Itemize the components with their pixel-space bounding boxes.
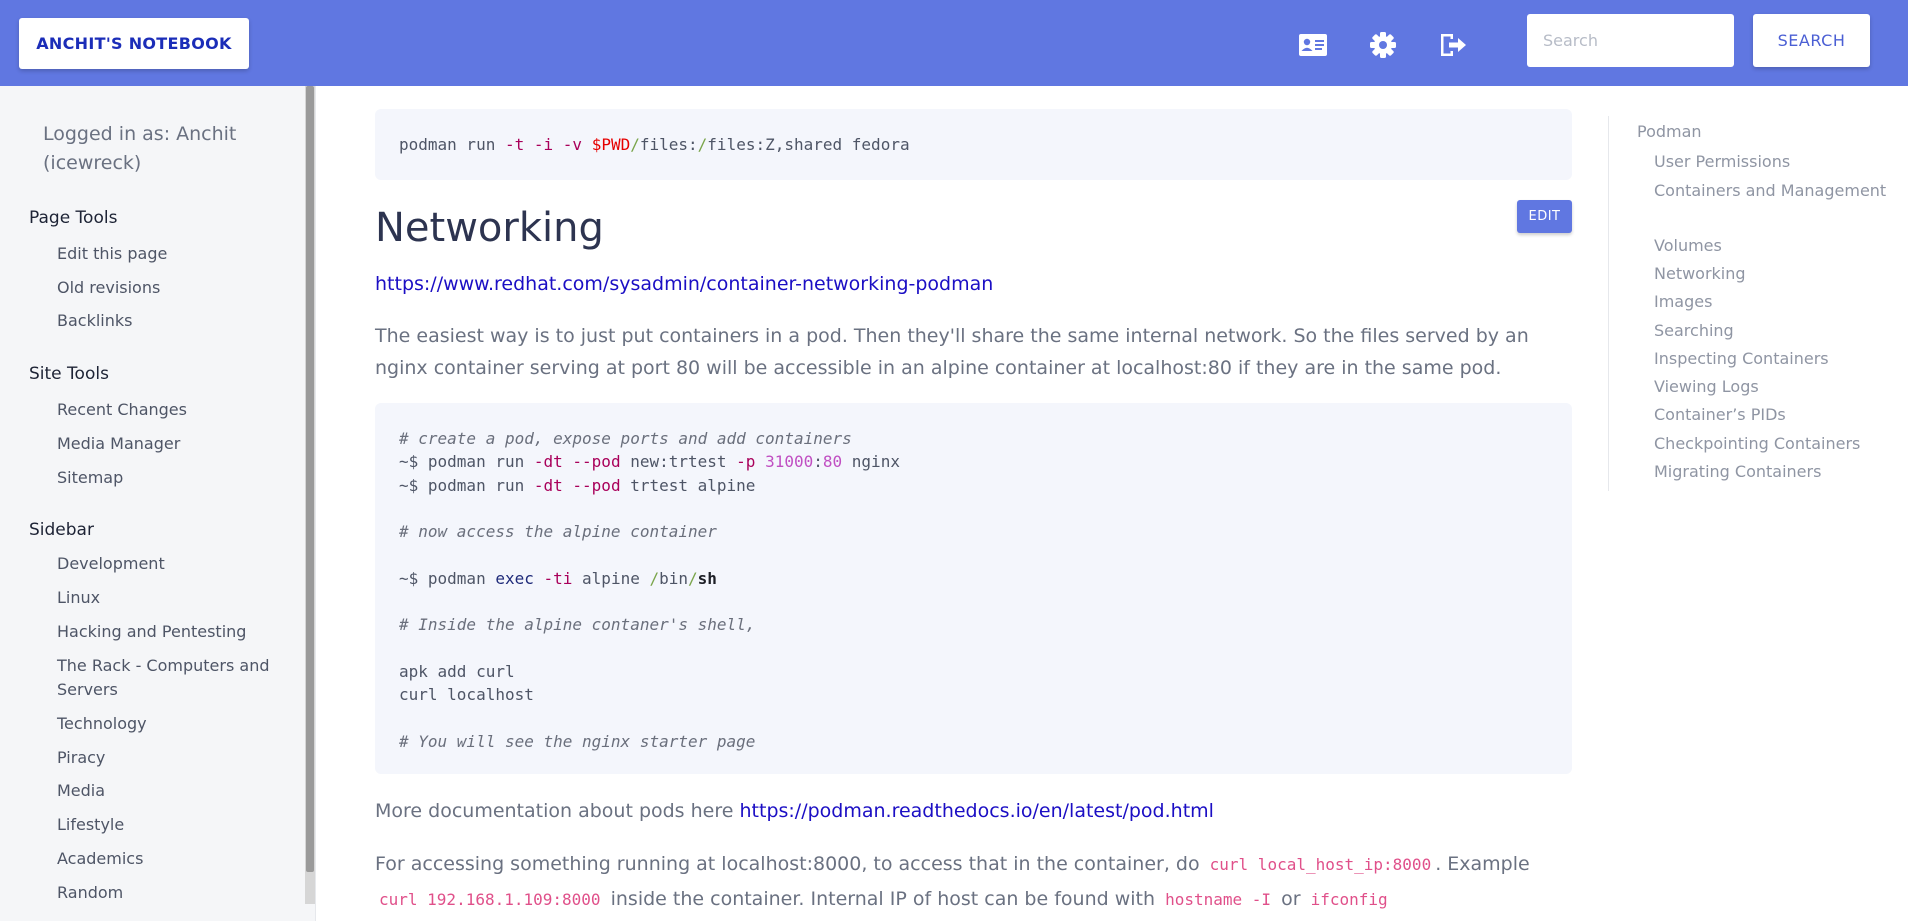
toc-heading[interactable]: Podman: [1637, 122, 1702, 141]
sidebar-scrollbar-thumb[interactable]: [306, 86, 314, 872]
toc-item[interactable]: Containers and Management: [1654, 182, 1904, 200]
more-docs-text: More documentation about pods here: [375, 800, 734, 822]
site-tools-heading: Site Tools: [29, 364, 109, 384]
sidebar-item-old-revisions[interactable]: Old revisions: [57, 276, 287, 300]
page-title: Networking: [375, 205, 604, 251]
inline-code-curl-host-ip: curl local_host_ip:8000: [1209, 855, 1432, 874]
logged-in-user: Logged in as: Anchit (icewreck): [43, 123, 237, 174]
profile-card-icon[interactable]: [1296, 28, 1330, 62]
logout-icon[interactable]: [1436, 28, 1470, 62]
search-input[interactable]: [1527, 14, 1734, 67]
sidebar-item-hacking[interactable]: Hacking and Pentesting: [57, 620, 287, 644]
para3-text-a: For accessing something running at local…: [375, 853, 1200, 875]
toc-item[interactable]: Networking: [1654, 265, 1904, 283]
toc-item[interactable]: User Permissions: [1654, 153, 1904, 171]
code-line: # You will see the nginx starter page: [399, 731, 756, 751]
toc-item[interactable]: Migrating Containers: [1654, 463, 1904, 481]
sidebar-item-edit-this-page[interactable]: Edit this page: [57, 242, 287, 266]
para3-text-d: or: [1281, 888, 1301, 910]
inline-code-curl-example: curl 192.168.1.109:8000: [379, 890, 601, 909]
sidebar-item-linux[interactable]: Linux: [57, 586, 287, 610]
code-line: ~$ podman run -dt --pod trtest alpine: [399, 475, 756, 495]
toc-item[interactable]: Container’s PIDs: [1654, 406, 1904, 424]
toc-item[interactable]: Images: [1654, 293, 1904, 311]
code-block-podman-run: podman run -t -i -v $PWD/files:/files:Z,…: [375, 109, 1572, 180]
toc-item[interactable]: Inspecting Containers: [1654, 350, 1904, 368]
sidebar-item-backlinks[interactable]: Backlinks: [57, 309, 287, 333]
sidebar-item-random[interactable]: Random: [57, 881, 287, 905]
sidebar-item-lifestyle[interactable]: Lifestyle: [57, 813, 287, 837]
toc-item[interactable]: Searching: [1654, 322, 1904, 340]
podman-pod-docs-link[interactable]: https://podman.readthedocs.io/en/latest/…: [740, 800, 1214, 822]
inline-code-hostname: hostname -I: [1165, 890, 1272, 909]
sidebar-heading: Sidebar: [29, 520, 94, 540]
sidebar-item-academics[interactable]: Academics: [57, 847, 287, 871]
para3-text-c: inside the container. Internal IP of hos…: [610, 888, 1156, 910]
top-code-text: podman run -t -i -v $PWD/files:/files:Z,…: [399, 135, 910, 154]
inline-code-ifconfig: ifconfig: [1310, 890, 1388, 909]
sidebar-item-technology[interactable]: Technology: [57, 712, 287, 736]
networking-paragraph: The easiest way is to just put container…: [375, 325, 1529, 379]
sidebar-item-sitemap[interactable]: Sitemap: [57, 466, 287, 490]
localhost-access-paragraph: For accessing something running at local…: [375, 847, 1575, 917]
code-line: curl localhost: [399, 685, 534, 705]
para3-text-b: . Example: [1435, 853, 1530, 875]
code-line: # create a pod, expose ports and add con…: [399, 429, 852, 448]
more-docs-line: More documentation about pods here https…: [375, 795, 1575, 827]
brand-logo-button[interactable]: ANCHIT'S NOTEBOOK: [19, 18, 249, 69]
edit-section-button[interactable]: EDIT: [1517, 200, 1572, 233]
gear-icon[interactable]: [1366, 28, 1400, 62]
code-block-pod-example: # create a pod, expose ports and add con…: [375, 403, 1572, 774]
toc-item[interactable]: Volumes: [1654, 237, 1904, 255]
sidebar-item-media-manager[interactable]: Media Manager: [57, 432, 287, 456]
toc-item[interactable]: Viewing Logs: [1654, 378, 1904, 396]
reference-link-line: https://www.redhat.com/sysadmin/containe…: [375, 268, 1575, 300]
sidebar-item-development[interactable]: Development: [57, 552, 287, 576]
redhat-networking-link[interactable]: https://www.redhat.com/sysadmin/containe…: [375, 273, 993, 295]
code-line: apk add curl: [399, 661, 515, 681]
code-line: ~$ podman exec -ti alpine /bin/sh: [399, 568, 717, 588]
page-tools-heading: Page Tools: [29, 208, 118, 228]
sidebar-item-the-rack[interactable]: The Rack - Computers and Servers: [57, 654, 287, 702]
search-button[interactable]: SEARCH: [1753, 14, 1870, 67]
code-line: ~$ podman run -dt --pod new:trtest -p 31…: [399, 452, 900, 472]
code-line: # Inside the alpine contaner's shell,: [399, 615, 756, 635]
toc-item[interactable]: Checkpointing Containers: [1654, 435, 1904, 453]
sidebar-item-recent-changes[interactable]: Recent Changes: [57, 398, 287, 422]
sidebar-item-piracy[interactable]: Piracy: [57, 746, 287, 770]
sidebar-item-media[interactable]: Media: [57, 779, 287, 803]
code-line: # now access the alpine container: [399, 522, 717, 542]
